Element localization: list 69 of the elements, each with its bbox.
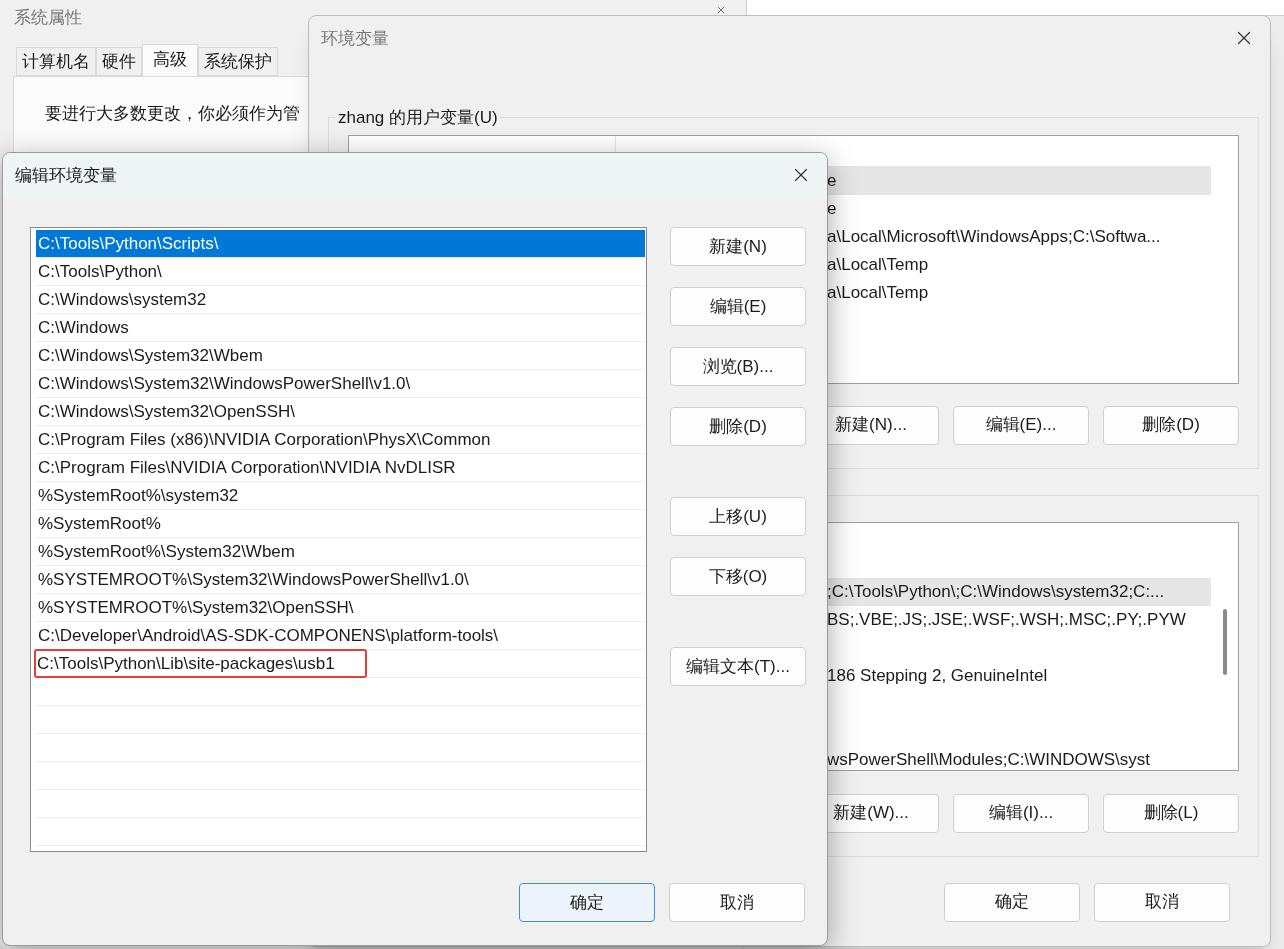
variable-value: a\Local\Temp — [827, 254, 929, 275]
window-title: 系统属性 — [14, 6, 82, 29]
path-row[interactable]: %SYSTEMROOT%\System32\OpenSSH\ — [36, 594, 645, 622]
path-text: C:\Tools\Python\ — [37, 260, 162, 283]
variable-button[interactable]: 编辑(E)... — [953, 405, 1089, 445]
dialog-button[interactable]: 取消 — [1094, 882, 1230, 922]
close-icon — [715, 4, 727, 16]
tab[interactable]: 高级 — [142, 44, 198, 76]
variable-button[interactable]: 删除(L) — [1103, 793, 1239, 833]
path-row[interactable]: C:\Developer\Android\AS-SDK-COMPONENS\platform-tools\ — [36, 622, 645, 650]
path-text: C:\Windows\System32\WindowsPowerShell\v1.0\ — [37, 372, 411, 395]
variable-value: 186 Stepping 2, GenuineIntel — [827, 665, 1048, 686]
path-row[interactable]: C:\Tools\Python\ — [36, 258, 645, 286]
window-title: 编辑环境变量 — [15, 164, 117, 187]
variable-value: e — [827, 198, 837, 219]
path-row[interactable]: C:\Program Files\NVIDIA Corporation\NVIDIA NvDLISR — [36, 454, 645, 482]
side-button[interactable]: 新建(N) — [670, 227, 806, 266]
variable-button[interactable]: 编辑(I)... — [953, 793, 1089, 833]
scrollbar-thumb[interactable] — [1223, 608, 1227, 675]
variable-value: a\Local\Microsoft\WindowsApps;C:\Softwa... — [827, 226, 1161, 247]
side-button[interactable]: 上移(U) — [670, 497, 806, 536]
path-text: C:\Windows\System32\OpenSSH\ — [37, 400, 295, 423]
notice-text: 要进行大多数更改，你必须作为管 — [45, 104, 300, 123]
variable-value: wsPowerShell\Modules;C:\WINDOWS\syst — [827, 749, 1151, 770]
group-title: zhang 的用户变量(U) — [337, 107, 499, 129]
path-text: C:\Tools\Python\Scripts\ — [37, 232, 219, 255]
path-row[interactable]: %SYSTEMROOT%\System32\WindowsPowerShell\v1.0\ — [36, 566, 645, 594]
path-text: C:\Developer\Android\AS-SDK-COMPONENS\platform-tools\ — [37, 624, 499, 647]
path-text: %SystemRoot% — [37, 512, 161, 535]
path-text: %SYSTEMROOT%\System32\OpenSSH\ — [37, 596, 354, 619]
path-row[interactable]: C:\Windows\system32 — [36, 286, 645, 314]
variable-row[interactable]: e — [827, 166, 1211, 195]
path-text: C:\Windows\System32\Wbem — [37, 344, 263, 367]
path-row[interactable]: C:\Windows\System32\Wbem — [36, 342, 645, 370]
variable-row[interactable]: ;C:\Tools\Python\;C:\Windows\system32;C:... — [827, 577, 1211, 606]
path-text: %SystemRoot%\System32\Wbem — [37, 540, 295, 563]
path-row[interactable]: %SystemRoot% — [36, 510, 645, 538]
variable-value: ;C:\Tools\Python\;C:\Windows\system32;C:... — [827, 581, 1165, 602]
side-button[interactable]: 编辑(E) — [670, 287, 806, 326]
window-title: 环境变量 — [321, 27, 389, 50]
variable-value: BS;.VBE;.JS;.JSE;.WSF;.WSH;.MSC;.PY;.PYW — [827, 609, 1186, 630]
path-row[interactable]: %SystemRoot%\system32 — [36, 482, 645, 510]
dialog-button[interactable]: 确定 — [944, 882, 1080, 922]
path-text: C:\Windows — [37, 316, 129, 339]
path-row[interactable]: %SystemRoot%\System32\Wbem — [36, 538, 645, 566]
side-button[interactable]: 编辑文本(T)... — [670, 647, 806, 686]
tab[interactable]: 计算机名 — [16, 47, 96, 76]
path-row[interactable]: C:\Tools\Python\Lib\site-packages\usb1 — [36, 650, 645, 678]
tab[interactable]: 硬件 — [96, 47, 142, 76]
variable-value: a\Local\Temp — [827, 282, 929, 303]
side-button[interactable]: 删除(D) — [670, 407, 806, 446]
side-button[interactable]: 浏览(B)... — [670, 347, 806, 386]
path-row[interactable]: C:\Windows\System32\OpenSSH\ — [36, 398, 645, 426]
path-text: %SYSTEMROOT%\System32\WindowsPowerShell\v1.0\ — [37, 568, 469, 591]
path-text: C:\Program Files\NVIDIA Corporation\NVIDIA NvDLISR — [37, 456, 456, 479]
variable-value: e — [827, 170, 837, 191]
path-text: C:\Tools\Python\Lib\site-packages\usb1 — [34, 649, 367, 678]
path-row[interactable]: C:\Program Files (x86)\NVIDIA Corporation\PhysX\Common — [36, 426, 645, 454]
tab[interactable]: 系统保护 — [198, 47, 278, 76]
path-row[interactable]: C:\Windows\System32\WindowsPowerShell\v1.0\ — [36, 370, 645, 398]
dialog-button[interactable]: 确定 — [519, 883, 655, 922]
path-row[interactable]: C:\Windows — [36, 314, 645, 342]
path-row[interactable]: C:\Tools\Python\Scripts\ — [36, 230, 645, 258]
path-text: C:\Windows\system32 — [37, 288, 207, 311]
path-text: %SystemRoot%\system32 — [37, 484, 239, 507]
side-button[interactable]: 下移(O) — [670, 557, 806, 596]
path-text: C:\Program Files (x86)\NVIDIA Corporation\PhysX\Common — [37, 428, 491, 451]
variable-button[interactable]: 删除(D) — [1103, 405, 1239, 445]
dialog-button[interactable]: 取消 — [669, 883, 805, 922]
